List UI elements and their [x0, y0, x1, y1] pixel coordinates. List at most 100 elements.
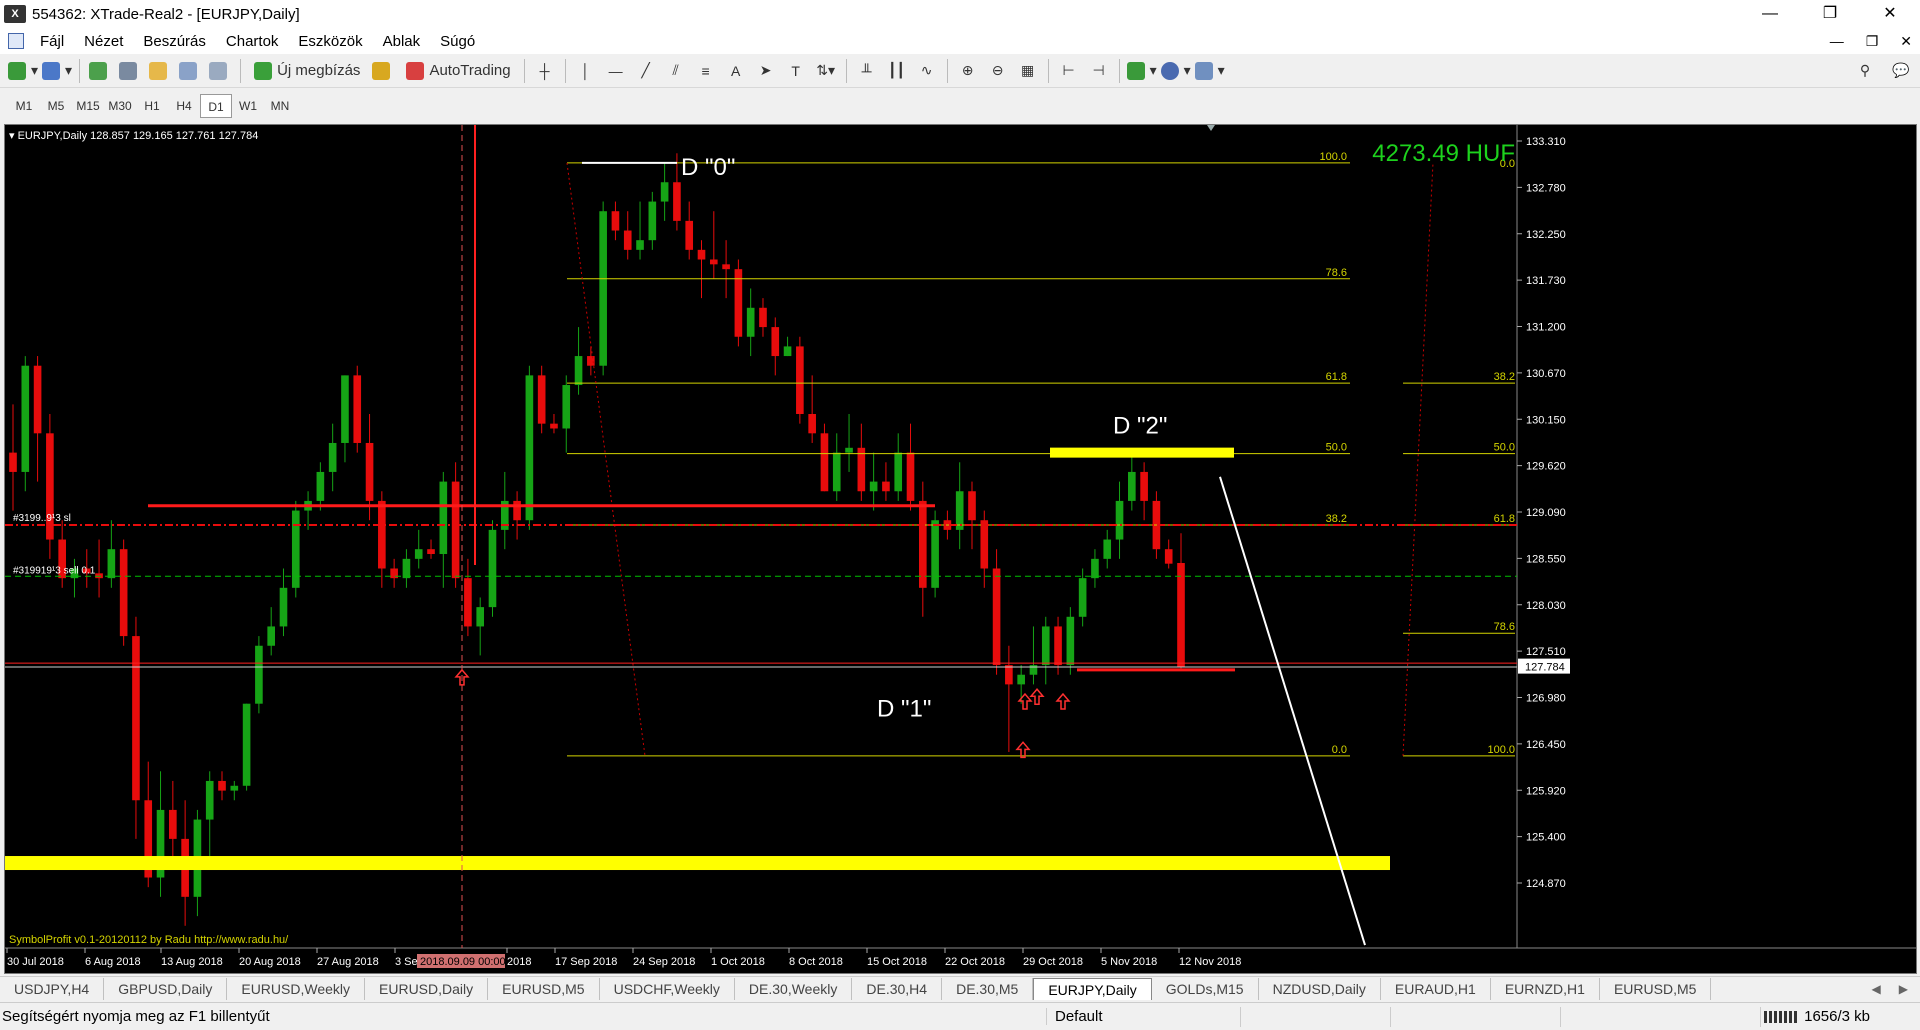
templates-button[interactable]: ▾ [1194, 57, 1225, 85]
chart-shift-button[interactable]: ⊣ [1086, 57, 1112, 85]
fib-level-label: 50.0 [1494, 442, 1515, 454]
tab-nzdusd-daily[interactable]: NZDUSD,Daily [1259, 977, 1381, 1000]
candle-body [119, 549, 128, 637]
vertical-line-tool[interactable]: │ [573, 57, 599, 85]
tab-scroll-left-icon[interactable]: ◀ [1872, 982, 1881, 996]
timeframe-m5[interactable]: M5 [40, 94, 72, 118]
timeframe-m15[interactable]: M15 [72, 94, 104, 118]
text-label-tool[interactable]: T [783, 57, 809, 85]
candle-body [353, 375, 362, 443]
profiles-button[interactable]: ▾ [42, 57, 72, 85]
fib-level-label: 38.2 [1326, 513, 1347, 525]
trendline-tool[interactable]: ╱ [633, 57, 659, 85]
community-button[interactable]: 💬 [1888, 57, 1914, 85]
mdi-restore-button[interactable]: ❐ [1866, 33, 1879, 50]
autotrading-button[interactable]: AutoTrading [400, 57, 516, 85]
indicators-button[interactable]: ▾ [1126, 57, 1157, 85]
menu-view[interactable]: Nézet [74, 33, 133, 50]
tab-de30-weekly[interactable]: DE.30,Weekly [735, 977, 853, 1000]
tab-scroll-right-icon[interactable]: ▶ [1899, 982, 1908, 996]
metaeditor-button[interactable] [370, 57, 396, 85]
zoom-in-button[interactable]: ⊕ [955, 57, 981, 85]
candle-body [820, 433, 829, 492]
candle-body [832, 452, 841, 492]
menu-insert[interactable]: Beszúrás [133, 33, 216, 50]
tab-de30-m5[interactable]: DE.30,M5 [942, 977, 1034, 1000]
market-watch-button[interactable] [87, 57, 113, 85]
line-chart-icon: ∿ [920, 62, 933, 78]
new-chart-button[interactable]: ▾ [8, 57, 38, 85]
fibonacci-tool[interactable]: ≡ [693, 57, 719, 85]
tab-de30-h4[interactable]: DE.30,H4 [852, 977, 943, 1000]
periods-button[interactable]: ▾ [1160, 57, 1191, 85]
autoscroll-button[interactable]: ⊢ [1056, 57, 1082, 85]
mdi-close-button[interactable]: ✕ [1900, 33, 1912, 50]
navigator-button[interactable] [147, 57, 173, 85]
connection-status[interactable]: 1656/3 kb [1764, 1008, 1870, 1025]
fib-level-label: 38.2 [1494, 371, 1515, 383]
tab-golds-m15[interactable]: GOLDs,M15 [1152, 977, 1259, 1000]
timeframe-h1[interactable]: H1 [136, 94, 168, 118]
horizontal-line-tool[interactable]: — [603, 57, 629, 85]
tab-eurusd-weekly[interactable]: EURUSD,Weekly [227, 977, 366, 1000]
tab-eurnzd-h1[interactable]: EURNZD,H1 [1491, 977, 1600, 1000]
document-icon[interactable] [8, 33, 24, 49]
tile-windows-button[interactable]: ▦ [1015, 57, 1041, 85]
timeframe-m30[interactable]: M30 [104, 94, 136, 118]
new-chart-icon [8, 61, 26, 80]
candle-body [845, 447, 853, 453]
tab-gbpusd-daily[interactable]: GBPUSD,Daily [104, 977, 228, 1000]
text-tool[interactable]: A [723, 57, 749, 85]
buy-arrow-icon [1029, 688, 1045, 705]
tab-eurusd-m5[interactable]: EURUSD,M5 [488, 977, 600, 1000]
menu-charts[interactable]: Chartok [216, 33, 289, 50]
chart-window[interactable]: 133.310 132.780 132.250 131.730 131.200 130.6… [4, 124, 1917, 974]
candle-body [242, 703, 251, 786]
line-chart-button[interactable]: ∿ [914, 57, 940, 85]
candle-body [623, 230, 632, 250]
crosshair-tool[interactable]: ┼ [532, 57, 558, 85]
tab-eurjpy-daily[interactable]: EURJPY,Daily [1033, 977, 1152, 1000]
candle-body [1140, 471, 1148, 501]
candlestick-button[interactable]: ┃┃ [884, 57, 910, 85]
close-button[interactable]: ✕ [1860, 0, 1920, 28]
equidistant-channel-tool[interactable]: ⫽ [663, 57, 689, 85]
tab-usdjpy-h4[interactable]: USDJPY,H4 [0, 977, 105, 1000]
menu-tools[interactable]: Eszközök [288, 33, 372, 50]
timeframe-d1[interactable]: D1 [200, 94, 232, 118]
minimize-button[interactable]: — [1740, 0, 1800, 28]
timeframe-mn[interactable]: MN [264, 94, 296, 118]
cursor-tool[interactable]: ➤ [753, 57, 779, 85]
candle-body [992, 568, 1001, 666]
search-button[interactable]: ⚲ [1852, 57, 1878, 85]
menu-window[interactable]: Ablak [373, 33, 431, 50]
candle-body [230, 785, 239, 791]
menu-file[interactable]: Fájl [30, 33, 74, 50]
data-window-button[interactable] [117, 57, 143, 85]
maximize-button[interactable]: ❐ [1800, 0, 1860, 28]
price-chart[interactable]: 133.310 132.780 132.250 131.730 131.200 130.6… [5, 125, 1917, 974]
timeframe-m1[interactable]: M1 [8, 94, 40, 118]
tab-usdchf-weekly[interactable]: USDCHF,Weekly [600, 977, 735, 1000]
new-order-button[interactable]: Új megbízás [248, 57, 366, 85]
strategy-tester-button[interactable] [207, 57, 233, 85]
zoom-out-button[interactable]: ⊖ [985, 57, 1011, 85]
annotation-d1: D "1" [877, 696, 931, 723]
candle-body [9, 452, 17, 472]
timeframe-w1[interactable]: W1 [232, 94, 264, 118]
timeframe-h4[interactable]: H4 [168, 94, 200, 118]
tab-eurusd-m5-2[interactable]: EURUSD,M5 [1600, 977, 1712, 1000]
menu-help[interactable]: Súgó [430, 33, 485, 50]
arrows-tool[interactable]: ⇅▾ [813, 57, 839, 85]
price-tick-label: 128.030 [1526, 600, 1566, 612]
bar-chart-button[interactable]: ╨ [854, 57, 880, 85]
terminal-icon [178, 61, 197, 80]
tab-euraud-h1[interactable]: EURAUD,H1 [1381, 977, 1491, 1000]
fib-level-label: 0.0 [1332, 744, 1347, 756]
candle-body [378, 500, 386, 569]
mdi-minimize-button[interactable]: — [1830, 33, 1844, 50]
horizontal-line-icon: — [608, 62, 623, 79]
terminal-button[interactable] [177, 57, 203, 85]
candle-body [1164, 549, 1173, 564]
tab-eurusd-daily[interactable]: EURUSD,Daily [365, 977, 489, 1000]
